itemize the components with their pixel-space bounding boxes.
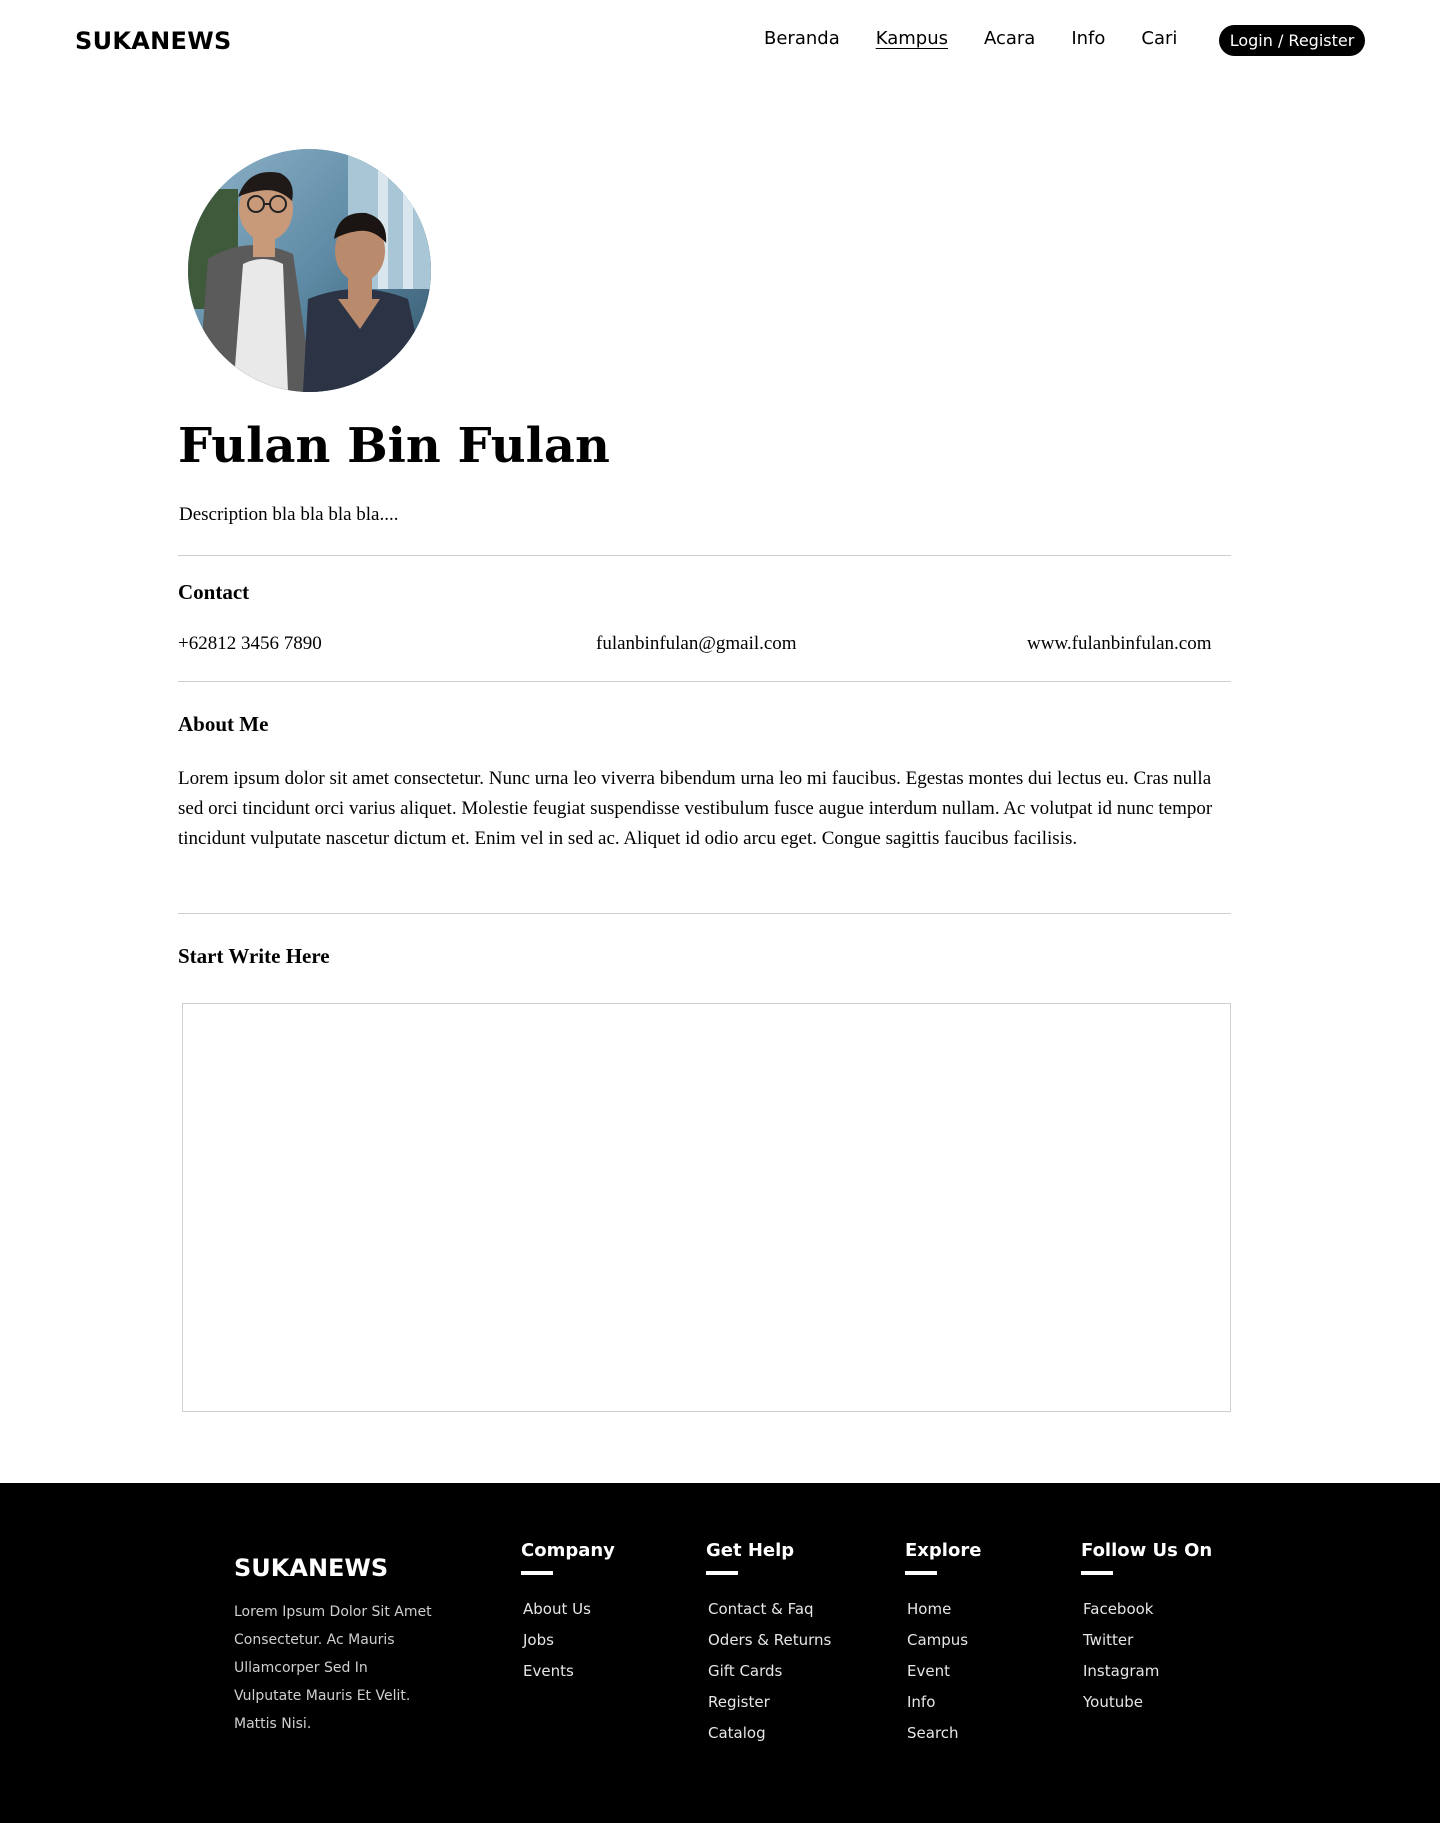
site-footer: SUKANEWS Lorem Ipsum Dolor Sit Amet Cons… <box>0 1483 1440 1823</box>
contact-website[interactable]: www.fulanbinfulan.com <box>1027 633 1212 655</box>
footer-column-title: Follow Us On <box>1081 1540 1213 1561</box>
footer-link-about-us[interactable]: About Us <box>523 1594 615 1625</box>
title-underline <box>706 1571 738 1575</box>
login-register-button[interactable]: Login / Register <box>1219 25 1365 56</box>
divider <box>178 681 1231 682</box>
write-textarea[interactable] <box>182 1003 1231 1412</box>
title-underline <box>1081 1571 1113 1575</box>
footer-column-title: Company <box>521 1540 615 1561</box>
footer-link-jobs[interactable]: Jobs <box>523 1625 615 1656</box>
site-header: SUKANEWS Beranda Kampus Acara Info Cari … <box>0 0 1440 82</box>
divider <box>178 555 1231 556</box>
footer-link-twitter[interactable]: Twitter <box>1083 1625 1212 1656</box>
nav-item-kampus[interactable]: Kampus <box>876 28 948 49</box>
footer-link-campus[interactable]: Campus <box>907 1625 981 1656</box>
footer-link-youtube[interactable]: Youtube <box>1083 1687 1212 1718</box>
site-logo[interactable]: SUKANEWS <box>75 27 232 55</box>
title-underline <box>905 1571 937 1575</box>
footer-column-title: Get Help <box>706 1540 795 1561</box>
footer-link-orders-returns[interactable]: Oders & Returns <box>708 1625 831 1656</box>
profile-name: Fulan Bin Fulan <box>178 418 610 474</box>
footer-link-facebook[interactable]: Facebook <box>1083 1594 1212 1625</box>
footer-link-gift-cards[interactable]: Gift Cards <box>708 1656 831 1687</box>
nav-item-cari[interactable]: Cari <box>1141 28 1177 49</box>
contact-email[interactable]: fulanbinfulan@gmail.com <box>596 633 797 655</box>
about-text: Lorem ipsum dolor sit amet consectetur. … <box>178 768 1213 849</box>
footer-column-get-help: Get Help Contact & Faq Oders & Returns G… <box>706 1540 831 1749</box>
divider <box>178 913 1231 914</box>
footer-column-explore: Explore Home Campus Event Info Search <box>905 1540 981 1749</box>
main-nav: Beranda Kampus Acara Info Cari <box>764 28 1213 49</box>
footer-link-home[interactable]: Home <box>907 1594 981 1625</box>
footer-description: Lorem Ipsum Dolor Sit Amet Consectetur. … <box>234 1604 432 1732</box>
footer-link-events[interactable]: Events <box>523 1656 615 1687</box>
footer-link-info[interactable]: Info <box>907 1687 981 1718</box>
footer-link-search[interactable]: Search <box>907 1718 981 1749</box>
title-underline <box>521 1571 553 1575</box>
profile-description: Description bla bla bla bla.... <box>179 504 399 525</box>
nav-item-acara[interactable]: Acara <box>984 28 1035 49</box>
about-title: About Me <box>178 712 269 736</box>
write-title: Start Write Here <box>178 944 330 968</box>
footer-link-contact-faq[interactable]: Contact & Faq <box>708 1594 831 1625</box>
contact-phone[interactable]: +62812 3456 7890 <box>178 633 322 655</box>
footer-link-register[interactable]: Register <box>708 1687 831 1718</box>
footer-column-title: Explore <box>905 1540 982 1561</box>
nav-item-beranda[interactable]: Beranda <box>764 28 840 49</box>
profile-photo-icon <box>188 149 431 392</box>
profile-avatar <box>188 149 431 392</box>
footer-link-catalog[interactable]: Catalog <box>708 1718 831 1749</box>
footer-link-instagram[interactable]: Instagram <box>1083 1656 1212 1687</box>
footer-logo[interactable]: SUKANEWS <box>234 1554 388 1582</box>
footer-column-follow: Follow Us On Facebook Twitter Instagram … <box>1081 1540 1212 1718</box>
footer-link-event[interactable]: Event <box>907 1656 981 1687</box>
nav-item-info[interactable]: Info <box>1071 28 1105 49</box>
footer-column-company: Company About Us Jobs Events <box>521 1540 615 1687</box>
contact-title: Contact <box>178 580 250 604</box>
